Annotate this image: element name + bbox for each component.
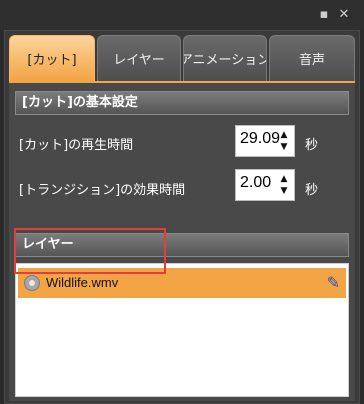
layer-list[interactable]: Wildlife.wmv ✎ [15,263,349,397]
transition-time-value[interactable]: 2.00 [240,174,271,192]
increment-icon[interactable]: ▲ [278,173,290,185]
tab-bar: [カット] レイヤー アニメーション 音声 [9,35,357,81]
playback-time-value[interactable]: 29.09 [240,130,280,148]
increment-icon[interactable]: ▲ [278,129,290,141]
transition-time-stepper[interactable]: 2.00 ▲ ▼ [235,169,295,201]
tab-audio[interactable]: 音声 [269,35,355,81]
tab-content: [カット]の基本設定 [カット]の再生時間 29.09 ▲ ▼ 秒 [トランジシ… [9,81,355,401]
playback-time-stepper[interactable]: 29.09 ▲ ▼ [235,125,295,157]
transition-time-label: [トランジション]の効果時間 [19,183,186,198]
layers-header: レイヤー [15,233,349,257]
tab-cut[interactable]: [カット] [9,35,95,81]
list-item[interactable]: Wildlife.wmv ✎ [18,268,346,298]
transition-time-unit: 秒 [305,183,319,198]
minimize-icon[interactable]: ▪ [316,7,332,23]
playback-time-unit: 秒 [305,138,319,153]
decrement-icon[interactable]: ▼ [278,185,290,197]
window-titlebar: ▪ ✕ [0,0,364,30]
cut-settings-header: [カット]の基本設定 [15,91,349,115]
pencil-icon[interactable]: ✎ [327,273,340,292]
tab-animation[interactable]: アニメーション [183,35,267,81]
layer-name: Wildlife.wmv [46,275,119,290]
film-reel-icon [24,275,40,291]
close-icon[interactable]: ✕ [336,7,352,23]
properties-panel: [カット] レイヤー アニメーション 音声 [カット]の基本設定 [カット]の再… [4,30,360,404]
decrement-icon[interactable]: ▼ [278,141,290,153]
tab-layer[interactable]: レイヤー [97,35,181,81]
playback-time-label: [カット]の再生時間 [19,138,134,153]
